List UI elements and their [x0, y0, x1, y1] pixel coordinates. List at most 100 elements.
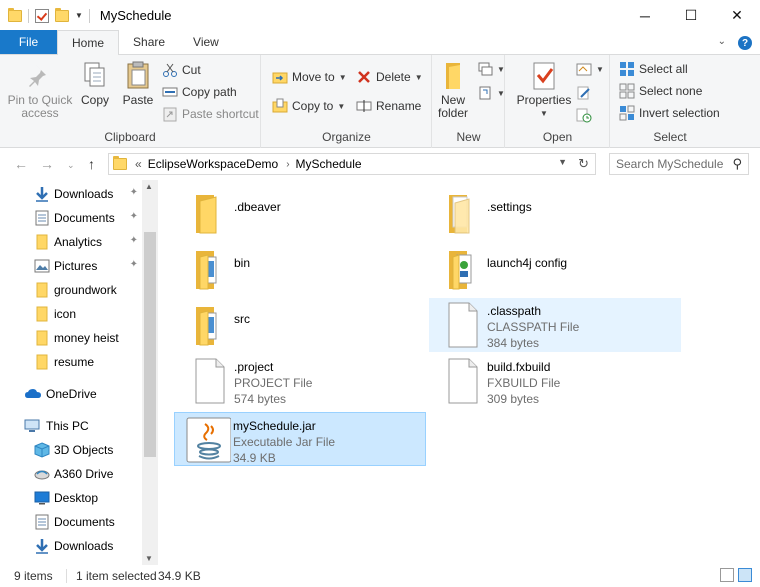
folder-icon: [113, 156, 127, 170]
file-item-build-fxbuild[interactable]: build.fxbuild FXBUILD File 309 bytes: [429, 354, 681, 408]
refresh-icon[interactable]: ↻: [578, 156, 589, 172]
chevron-right-icon[interactable]: ›: [286, 159, 289, 170]
download-arrow-icon: [34, 538, 50, 554]
chevron-down-icon[interactable]: ▼: [558, 157, 567, 167]
pin-icon[interactable]: ✦: [130, 187, 138, 198]
invert-selection-button[interactable]: Invert selection: [619, 103, 720, 123]
tab-home[interactable]: Home: [57, 30, 120, 55]
group-label: Open: [542, 130, 573, 144]
documents-icon: [34, 210, 50, 226]
delete-icon: [356, 69, 372, 85]
copy-button[interactable]: Copy: [78, 59, 112, 107]
tab-share[interactable]: Share: [119, 30, 179, 54]
forward-button[interactable]: →: [40, 156, 54, 172]
open-button[interactable]: ▼: [576, 59, 604, 79]
copy-to-button[interactable]: Copy to ▼: [272, 96, 345, 116]
nav-item-3d-objects[interactable]: 3D Objects: [0, 438, 140, 462]
item-count: 9 items: [14, 569, 53, 583]
nav-item-downloads-pc[interactable]: Downloads: [0, 534, 140, 558]
rename-button[interactable]: Rename: [356, 96, 421, 116]
new-folder-icon[interactable]: [55, 7, 69, 22]
paste-button[interactable]: Paste: [118, 59, 158, 107]
search-icon[interactable]: ⚲: [732, 156, 742, 172]
search-input[interactable]: Search MySchedule ⚲: [609, 153, 749, 175]
file-item-src[interactable]: src: [176, 298, 428, 352]
file-item-bin[interactable]: bin: [176, 242, 428, 296]
view-toggle: [720, 568, 752, 582]
edit-button[interactable]: [576, 83, 592, 103]
file-item-settings[interactable]: .settings: [429, 186, 681, 240]
file-item-classpath[interactable]: .classpath CLASSPATH File 384 bytes: [429, 298, 681, 352]
scroll-up-icon[interactable]: ▲: [145, 182, 153, 191]
nav-item-groundwork[interactable]: groundwork: [0, 278, 140, 302]
copy-icon: [79, 59, 111, 91]
scrollbar-thumb[interactable]: [144, 232, 156, 457]
properties-icon[interactable]: [35, 8, 49, 23]
nav-item-documents[interactable]: Documents ✦: [0, 206, 140, 230]
breadcrumb-overflow[interactable]: «: [135, 157, 142, 171]
properties-button[interactable]: Properties ▼: [516, 59, 572, 120]
tab-view[interactable]: View: [179, 30, 233, 54]
select-none-button[interactable]: Select none: [619, 81, 702, 101]
group-label: New: [456, 130, 481, 144]
select-all-button[interactable]: Select all: [619, 59, 688, 79]
delete-button[interactable]: Delete ▼: [356, 67, 423, 87]
nav-item-a360-drive[interactable]: A360 Drive: [0, 462, 140, 486]
file-item-project[interactable]: .project PROJECT File 574 bytes: [176, 354, 428, 408]
new-folder-icon: [437, 59, 469, 91]
nav-item-pictures[interactable]: Pictures ✦: [0, 254, 140, 278]
pin-icon[interactable]: ✦: [130, 235, 138, 246]
move-to-button[interactable]: Move to ▼: [272, 67, 347, 87]
breadcrumb-item[interactable]: MySchedule: [296, 157, 362, 171]
nav-item-analytics[interactable]: Analytics ✦: [0, 230, 140, 254]
nav-item-money-heist[interactable]: money heist: [0, 326, 140, 350]
paste-shortcut-button[interactable]: Paste shortcut: [162, 104, 259, 124]
history-button[interactable]: [576, 105, 592, 125]
new-group: New folder ▼ ▼ New: [433, 55, 505, 148]
nav-item-this-pc[interactable]: This PC: [0, 414, 140, 438]
new-folder-button[interactable]: New folder: [435, 59, 471, 120]
file-item-myschedule-jar[interactable]: mySchedule.jar Executable Jar File 34.9 …: [174, 412, 426, 466]
documents-icon: [34, 514, 50, 530]
new-item-button[interactable]: ▼: [477, 59, 505, 79]
quick-access-toolbar: ▼: [0, 0, 90, 31]
clipboard-group: Pin to Quick access Copy Paste Cut Copy …: [0, 55, 261, 148]
details-view-button[interactable]: [720, 568, 734, 582]
back-button[interactable]: ←: [14, 156, 28, 172]
up-button[interactable]: ↑: [88, 156, 95, 172]
tab-file[interactable]: File: [0, 30, 57, 54]
folder-with-files-icon: [186, 245, 232, 293]
breadcrumb-item[interactable]: EclipseWorkspaceDemo: [148, 157, 279, 171]
easy-access-button[interactable]: ▼: [477, 83, 505, 103]
maximize-button[interactable]: ☐: [668, 0, 714, 31]
file-item-dbeaver[interactable]: .dbeaver: [176, 186, 428, 240]
minimize-button[interactable]: ─: [622, 0, 668, 31]
open-icon: [576, 61, 592, 77]
scroll-down-icon[interactable]: ▼: [145, 554, 153, 563]
pin-icon[interactable]: ✦: [130, 211, 138, 222]
nav-item-icon[interactable]: icon: [0, 302, 140, 326]
nav-item-downloads[interactable]: Downloads ✦: [0, 182, 140, 206]
nav-scrollbar[interactable]: ▲ ▼: [142, 180, 158, 565]
tiles-view-button[interactable]: [738, 568, 752, 582]
pin-to-quick-access-button[interactable]: Pin to Quick access: [6, 59, 74, 120]
cut-button[interactable]: Cut: [162, 60, 201, 80]
nav-item-desktop[interactable]: Desktop: [0, 486, 140, 510]
close-button[interactable]: ✕: [714, 0, 760, 31]
expand-ribbon-icon[interactable]: ⌄: [718, 36, 726, 50]
copy-path-button[interactable]: Copy path: [162, 82, 237, 102]
nav-item-onedrive[interactable]: OneDrive: [0, 382, 140, 406]
invert-selection-icon: [619, 105, 635, 121]
properties-icon: [528, 59, 560, 91]
file-item-launch4j-config[interactable]: launch4j config: [429, 242, 681, 296]
customize-toolbar-icon[interactable]: ▼: [75, 11, 83, 20]
recent-locations-button[interactable]: ⌄: [67, 160, 75, 171]
blank-file-icon: [439, 301, 485, 349]
help-icon[interactable]: ?: [738, 36, 752, 50]
folder-icon: [8, 7, 22, 22]
nav-item-resume[interactable]: resume: [0, 350, 140, 374]
nav-item-documents-pc[interactable]: Documents: [0, 510, 140, 534]
window-controls: ─ ☐ ✕: [622, 0, 760, 31]
address-bar[interactable]: « EclipseWorkspaceDemo › MySchedule ▼ ↻: [108, 153, 596, 175]
pin-icon[interactable]: ✦: [130, 259, 138, 270]
